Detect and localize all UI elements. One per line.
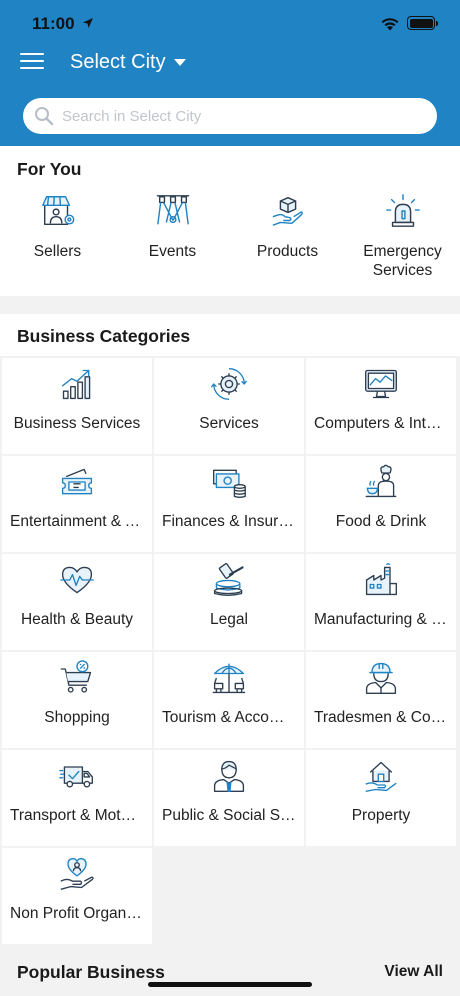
stage-lights-icon xyxy=(156,195,189,225)
category-tourism-accommodation[interactable]: Tourism & Accommodation xyxy=(154,652,304,748)
select-city-button[interactable]: Select City xyxy=(70,48,186,76)
status-bar: 11:00 xyxy=(0,0,460,44)
hand-box-icon xyxy=(272,196,303,226)
category-label: Tourism & Accommodation xyxy=(162,709,304,726)
search-icon xyxy=(35,107,54,126)
heart-pulse-icon xyxy=(60,566,94,594)
for-you-item-events[interactable]: Events xyxy=(115,192,230,261)
charity-icon xyxy=(60,858,94,890)
category-property[interactable]: Property xyxy=(306,750,456,846)
wifi-icon xyxy=(381,18,399,31)
for-you-item-sellers[interactable]: Sellers xyxy=(0,192,115,261)
gavel-icon xyxy=(213,563,244,596)
category-label: Tradesmen & Construction xyxy=(314,709,456,726)
factory-icon xyxy=(365,563,397,596)
business-categories-section: Business Categories Business Services Se… xyxy=(0,314,460,996)
category-label: Services xyxy=(199,415,259,432)
for-you-item-label: Emergency Services xyxy=(363,243,442,279)
business-categories-title: Business Categories xyxy=(17,326,191,346)
for-you-item-label: Sellers xyxy=(33,243,82,260)
category-label: Finances & Insurance xyxy=(162,513,304,530)
category-label: Shopping xyxy=(44,709,110,726)
beach-umbrella-icon xyxy=(212,663,246,694)
category-label: Computers & Internet xyxy=(314,415,456,432)
truck-icon xyxy=(59,766,93,788)
growth-chart-icon xyxy=(61,369,91,400)
category-manufacturing-industry[interactable]: Manufacturing & Industry xyxy=(306,554,456,650)
battery-icon xyxy=(407,16,438,30)
category-computers-internet[interactable]: Computers & Internet xyxy=(306,358,456,454)
category-health-beauty[interactable]: Health & Beauty xyxy=(2,554,152,650)
category-label: Non Profit Organisations xyxy=(10,905,152,922)
business-categories-header: Business Categories xyxy=(0,314,460,356)
category-label: Legal xyxy=(210,611,248,628)
category-label: Entertainment & Arts xyxy=(10,513,152,530)
category-business-services[interactable]: Business Services xyxy=(2,358,152,454)
category-label: Food & Drink xyxy=(335,513,427,530)
house-hand-icon xyxy=(365,761,397,792)
popular-business-section: Popular Business View All xyxy=(0,944,460,996)
category-label: Manufacturing & Industry xyxy=(314,611,456,628)
caret-down-icon xyxy=(173,58,186,66)
location-arrow-icon xyxy=(83,18,93,28)
category-legal[interactable]: Legal xyxy=(154,554,304,650)
worker-icon xyxy=(365,662,397,694)
category-non-profit-organisations[interactable]: Non Profit Organisations xyxy=(2,848,152,944)
category-finances-insurance[interactable]: Finances & Insurance xyxy=(154,456,304,552)
popular-business-title: Popular Business xyxy=(17,962,165,982)
app-header: 11:00 Select City xyxy=(0,0,460,146)
category-food-drink[interactable]: Food & Drink xyxy=(306,456,456,552)
home-indicator[interactable] xyxy=(148,982,312,987)
category-shopping[interactable]: Shopping xyxy=(2,652,152,748)
siren-icon xyxy=(385,194,420,227)
for-you-item-label: Events xyxy=(148,243,197,260)
category-label: Business Services xyxy=(13,415,141,432)
monitor-icon xyxy=(365,369,397,399)
search-input[interactable] xyxy=(62,107,402,125)
status-time: 11:00 xyxy=(32,14,75,33)
cart-icon xyxy=(60,660,92,693)
category-transport-motoring[interactable]: Transport & Motoring xyxy=(2,750,152,846)
category-label: Property xyxy=(351,807,411,824)
category-label: Health & Beauty xyxy=(20,611,133,628)
for-you-item-emergency-services[interactable]: Emergency Services xyxy=(345,192,460,280)
for-you-section: For You Sellers Events Products Emergenc… xyxy=(0,146,460,296)
gear-cycle-icon xyxy=(211,368,247,400)
for-you-item-label: Products xyxy=(256,243,319,260)
category-label: Transport & Motoring xyxy=(10,807,152,824)
money-icon xyxy=(213,469,246,498)
search-bar[interactable] xyxy=(23,98,437,134)
ticket-icon xyxy=(61,468,93,495)
official-icon xyxy=(213,760,245,792)
view-all-button[interactable]: View All xyxy=(384,963,443,981)
category-tradesmen-construction[interactable]: Tradesmen & Construction xyxy=(306,652,456,748)
for-you-item-products[interactable]: Products xyxy=(230,192,345,261)
for-you-title: For You xyxy=(17,159,82,179)
category-services[interactable]: Services xyxy=(154,358,304,454)
store-icon xyxy=(41,196,74,226)
category-public-social-services[interactable]: Public & Social Services xyxy=(154,750,304,846)
category-label: Public & Social Services xyxy=(162,807,304,824)
menu-button[interactable] xyxy=(20,50,46,72)
select-city-label: Select City xyxy=(70,50,166,73)
chef-icon xyxy=(365,464,397,498)
category-entertainment-arts[interactable]: Entertainment & Arts xyxy=(2,456,152,552)
